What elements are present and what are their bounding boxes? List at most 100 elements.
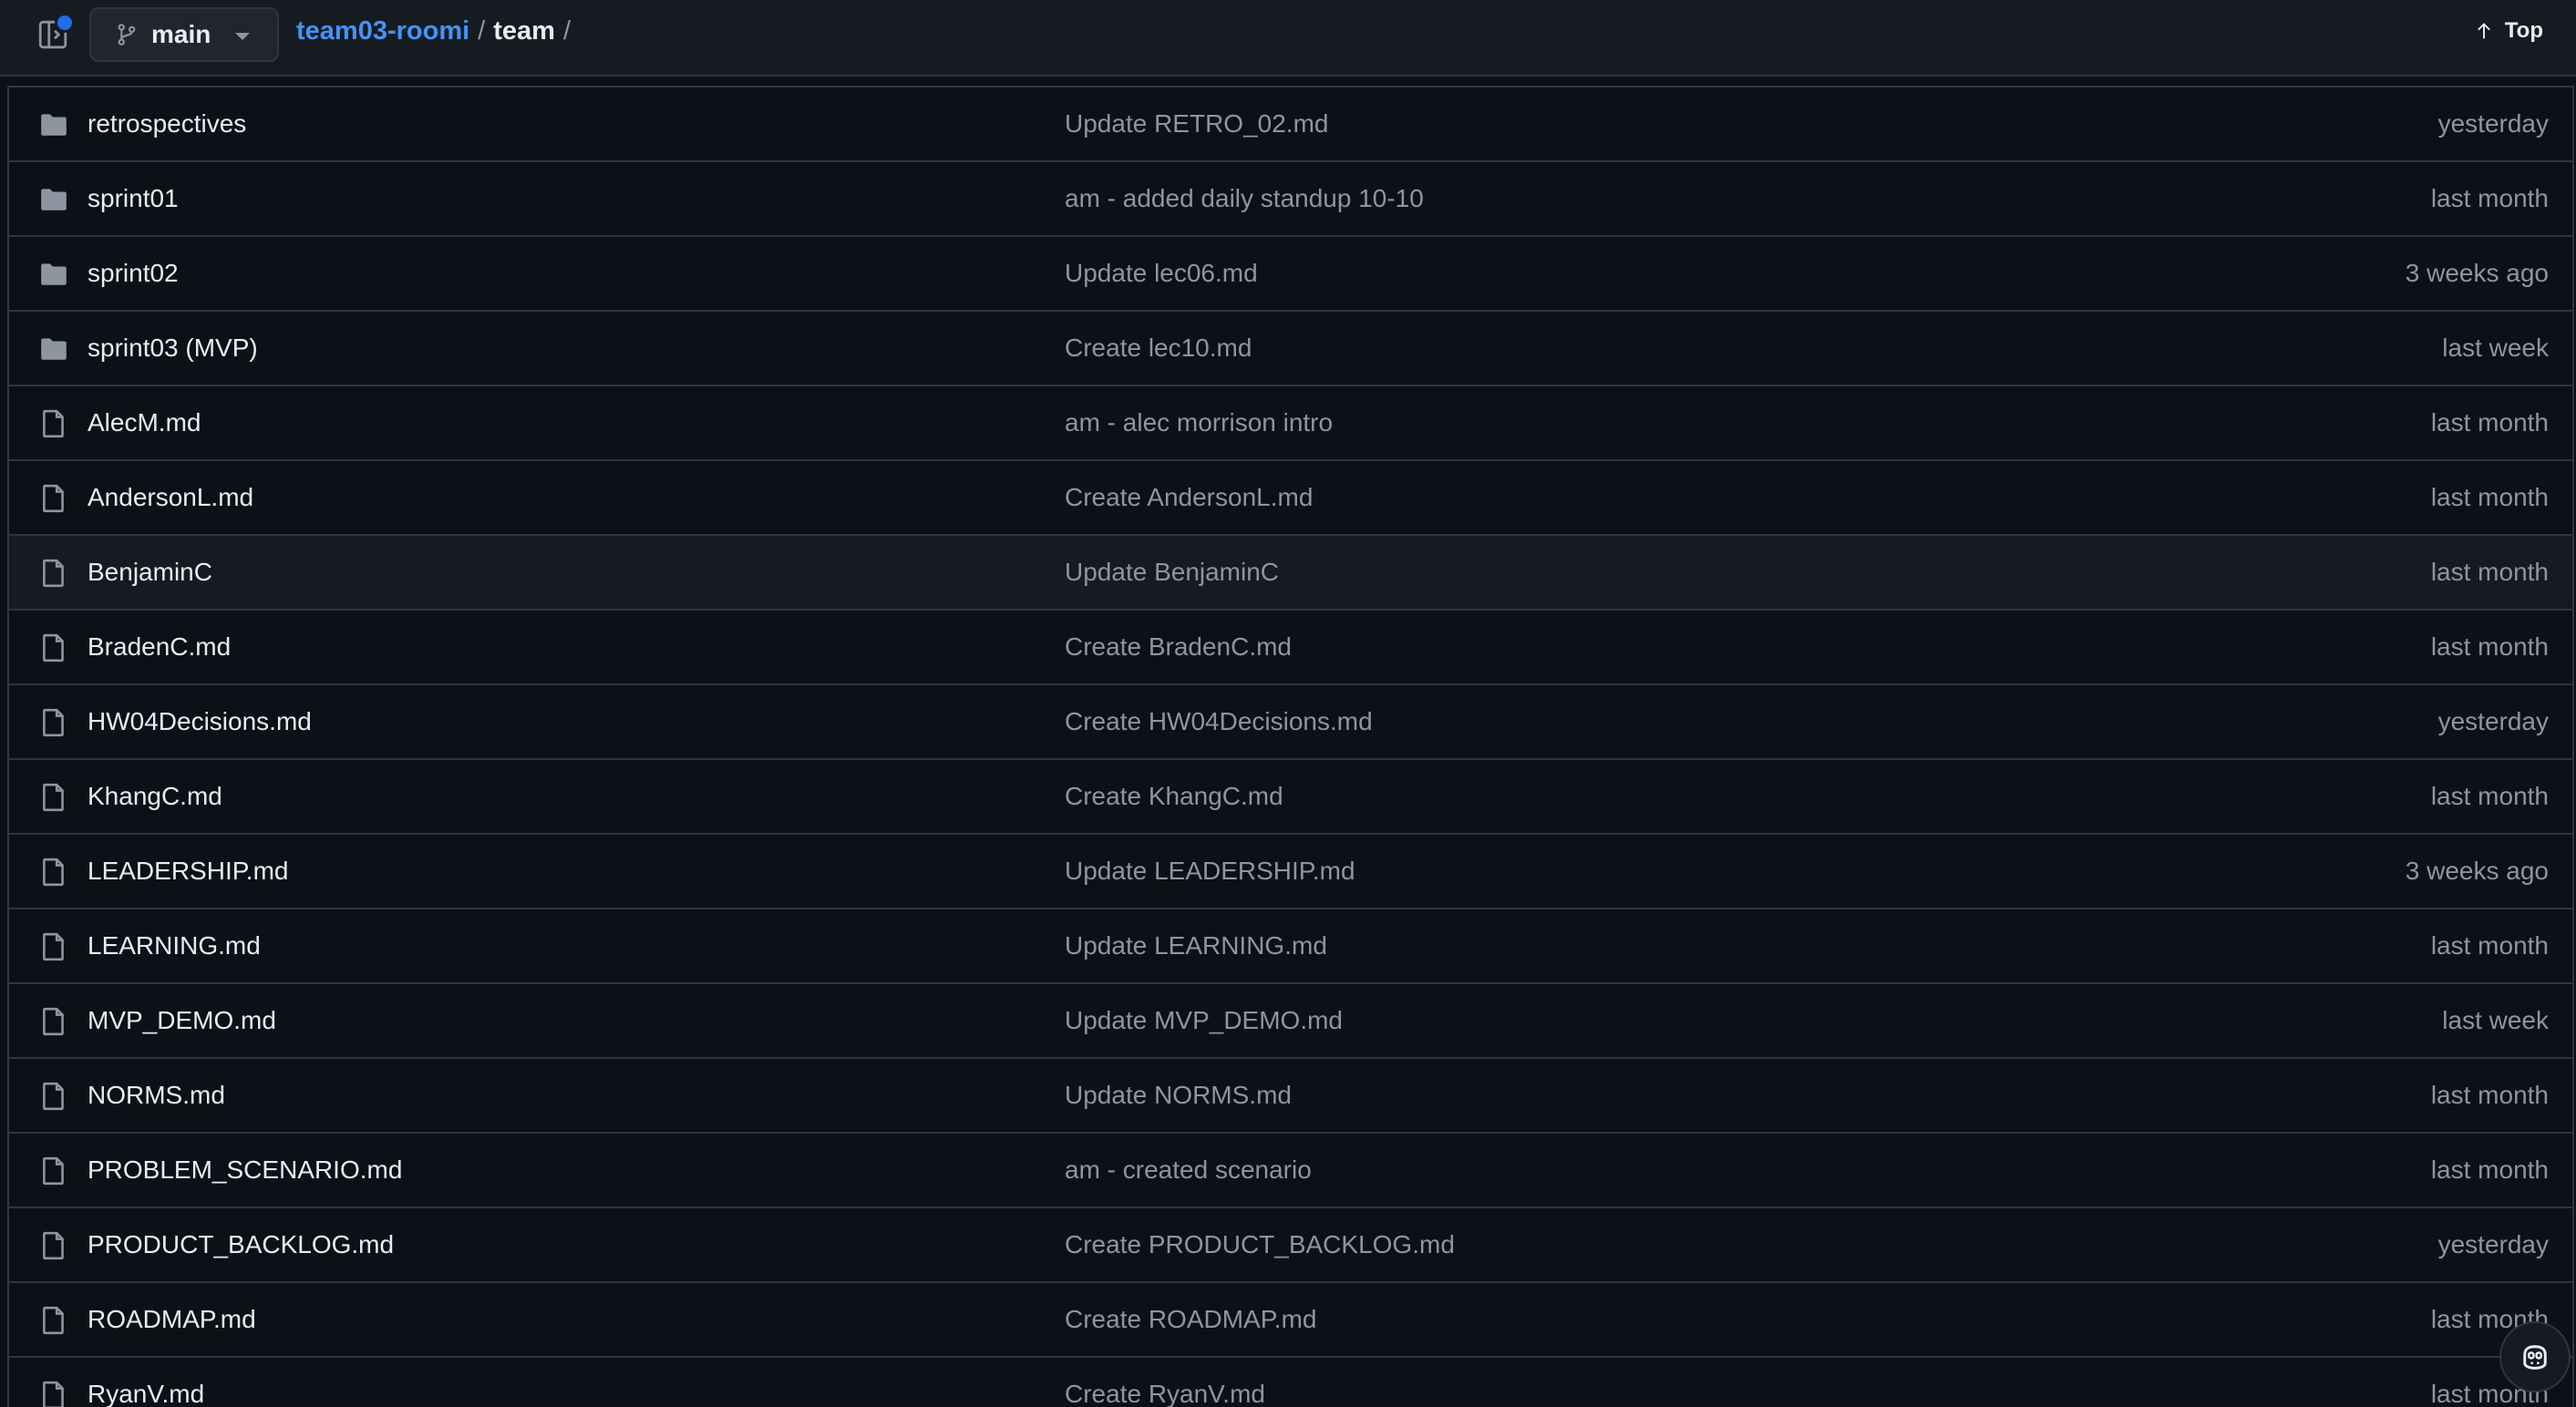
scroll-to-top-button[interactable]: Top (2474, 18, 2543, 44)
copilot-button[interactable] (2499, 1321, 2571, 1392)
file-row[interactable]: ROADMAP.md Create ROADMAP.md last month (9, 1283, 2572, 1358)
file-name-link[interactable]: sprint01 (88, 184, 179, 213)
file-icon (38, 1155, 69, 1186)
commit-date: last month (2430, 782, 2549, 810)
commit-message-link[interactable]: Update MVP_DEMO.md (1065, 1006, 1343, 1035)
commit-message-link[interactable]: Update BenjaminC (1065, 558, 1279, 587)
file-tree-header: main team03-roomi / team / Top (0, 0, 2576, 77)
commit-date: last week (2442, 334, 2549, 362)
commit-date: last month (2430, 632, 2549, 661)
commit-message-link[interactable]: Create lec10.md (1065, 334, 1252, 363)
file-row[interactable]: AndersonL.md Create AndersonL.md last mont… (9, 461, 2572, 536)
commit-message-link[interactable]: Update RETRO_02.md (1065, 109, 1328, 139)
commit-date: last month (2430, 558, 2549, 586)
file-row[interactable]: LEARNING.md Update LEARNING.md last month (9, 909, 2572, 984)
commit-message-link[interactable]: Update LEARNING.md (1065, 931, 1327, 960)
folder-icon (38, 334, 69, 365)
arrow-up-icon (2477, 23, 2490, 39)
commit-date: yesterday (2437, 109, 2549, 138)
file-row[interactable]: BenjaminC Update BenjaminC last month (9, 536, 2572, 611)
branch-name: main (151, 20, 211, 48)
copilot-icon (2523, 1345, 2547, 1370)
file-icon (38, 707, 69, 738)
commit-date: last week (2442, 1006, 2549, 1034)
commit-message-link[interactable]: Create AndersonL.md (1065, 483, 1313, 512)
commit-date: last month (2430, 483, 2549, 511)
commit-message-link[interactable]: Update NORMS.md (1065, 1081, 1292, 1110)
commit-date: last month (2430, 1081, 2549, 1109)
file-row[interactable]: PRODUCT_BACKLOG.md Create PRODUCT_BACKLOG… (9, 1208, 2572, 1283)
breadcrumb-separator: / (478, 16, 486, 46)
commit-date: last month (2430, 1155, 2549, 1184)
file-name-link[interactable]: LEARNING.md (88, 931, 261, 960)
file-icon (38, 1380, 69, 1407)
commit-date: last month (2430, 184, 2549, 212)
file-name-link[interactable]: HW04Decisions.md (88, 707, 312, 736)
commit-date: yesterday (2437, 1230, 2549, 1258)
file-icon (38, 782, 69, 813)
file-name-link[interactable]: RyanV.md (88, 1380, 204, 1407)
file-name-link[interactable]: ROADMAP.md (88, 1305, 256, 1334)
file-name-link[interactable]: AndersonL.md (88, 483, 253, 512)
file-row[interactable]: MVP_DEMO.md Update MVP_DEMO.md last week (9, 984, 2572, 1059)
folder-icon (38, 109, 69, 140)
file-row[interactable]: PROBLEM_SCENARIO.md am - created scenario… (9, 1134, 2572, 1208)
commit-date: 3 weeks ago (2405, 259, 2549, 287)
file-row[interactable]: RyanV.md Create RyanV.md last month (9, 1358, 2572, 1407)
commit-message-link[interactable]: Create PRODUCT_BACKLOG.md (1065, 1230, 1455, 1259)
file-icon (38, 1305, 69, 1336)
file-name-link[interactable]: BradenC.md (88, 632, 231, 662)
top-label: Top (2504, 18, 2543, 43)
file-name-link[interactable]: sprint03 (MVP) (88, 334, 258, 363)
file-name-link[interactable]: PRODUCT_BACKLOG.md (88, 1230, 394, 1259)
breadcrumb: team03-roomi / team / (296, 16, 579, 46)
file-row[interactable]: BradenC.md Create BradenC.md last month (9, 611, 2572, 685)
commit-message-link[interactable]: am - created scenario (1065, 1155, 1312, 1185)
commit-message-link[interactable]: Update LEADERSHIP.md (1065, 857, 1355, 886)
file-row[interactable]: AlecM.md am - alec morrison intro last mon… (9, 386, 2572, 461)
branch-selector-button[interactable]: main (89, 7, 279, 62)
file-row[interactable]: sprint03 (MVP) Create lec10.md last week (9, 312, 2572, 386)
sidebar-toggle-button[interactable] (35, 13, 75, 53)
folder-icon (38, 259, 69, 290)
commit-message-link[interactable]: Update lec06.md (1065, 259, 1258, 288)
file-icon (38, 1006, 69, 1037)
file-name-link[interactable]: NORMS.md (88, 1081, 225, 1110)
file-icon (38, 1230, 69, 1261)
commit-message-link[interactable]: am - added daily standup 10-10 (1065, 184, 1424, 213)
git-branch-icon (118, 24, 136, 46)
file-name-link[interactable]: PROBLEM_SCENARIO.md (88, 1155, 402, 1185)
chevron-down-icon (235, 33, 250, 40)
file-name-link[interactable]: AlecM.md (88, 408, 201, 437)
breadcrumb-separator: / (562, 16, 571, 46)
file-icon (38, 1081, 69, 1112)
commit-message-link[interactable]: Create ROADMAP.md (1065, 1305, 1316, 1334)
file-icon (38, 558, 69, 589)
commit-message-link[interactable]: Create HW04Decisions.md (1065, 707, 1373, 736)
file-row[interactable]: LEADERSHIP.md Update LEADERSHIP.md 3 weeks… (9, 835, 2572, 909)
commit-date: 3 weeks ago (2405, 857, 2549, 885)
file-name-link[interactable]: sprint02 (88, 259, 179, 288)
file-row[interactable]: retrospectives Update RETRO_02.md yesterda… (9, 87, 2572, 162)
commit-date: yesterday (2437, 707, 2549, 735)
file-name-link[interactable]: MVP_DEMO.md (88, 1006, 276, 1035)
commit-message-link[interactable]: Create BradenC.md (1065, 632, 1292, 662)
file-row[interactable]: NORMS.md Update NORMS.md last month (9, 1059, 2572, 1134)
file-name-link[interactable]: retrospectives (88, 109, 246, 139)
file-icon (38, 931, 69, 962)
file-name-link[interactable]: LEADERSHIP.md (88, 857, 288, 886)
breadcrumb-repo-link[interactable]: team03-roomi (296, 16, 469, 46)
file-row[interactable]: sprint02 Update lec06.md 3 weeks ago (9, 237, 2572, 312)
breadcrumb-current-dir: team (493, 16, 555, 46)
file-row[interactable]: KhangC.md Create KhangC.md last month (9, 760, 2572, 835)
commit-message-link[interactable]: Create KhangC.md (1065, 782, 1283, 811)
file-icon (38, 632, 69, 663)
file-list: retrospectives Update RETRO_02.md yesterda… (7, 86, 2574, 1407)
commit-message-link[interactable]: am - alec morrison intro (1065, 408, 1333, 437)
commit-message-link[interactable]: Create RyanV.md (1065, 1380, 1265, 1407)
file-name-link[interactable]: BenjaminC (88, 558, 212, 587)
file-row[interactable]: HW04Decisions.md Create HW04Decisions.md y… (9, 685, 2572, 760)
file-row[interactable]: sprint01 am - added daily standup 10-10 la… (9, 162, 2572, 237)
folder-icon (38, 184, 69, 215)
file-name-link[interactable]: KhangC.md (88, 782, 222, 811)
